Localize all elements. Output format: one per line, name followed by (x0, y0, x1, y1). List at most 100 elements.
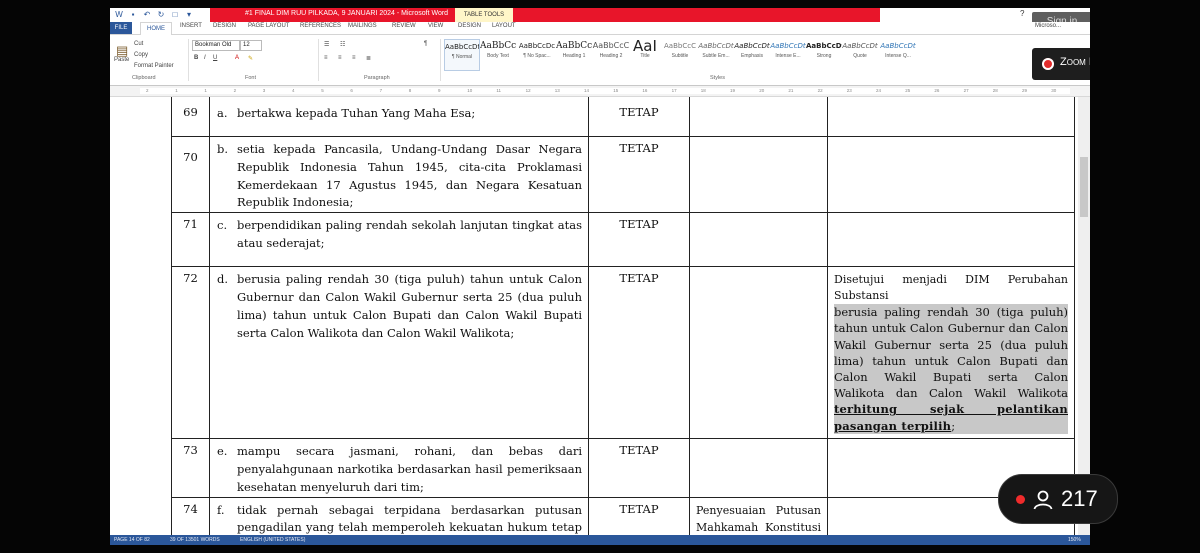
row-text-cell[interactable]: a. bertakwa kepada Tuhan Yang Maha Esa; (209, 97, 589, 137)
align-center-icon[interactable]: ≡ (338, 55, 342, 61)
style-intense-quote[interactable]: AaBbCcDt Intense Q... (880, 39, 916, 69)
show-marks-icon[interactable]: ¶ (424, 41, 427, 47)
style-preview: AaI (633, 39, 657, 53)
style-strong[interactable]: AaBbCcDt Strong (806, 39, 842, 69)
status-cell[interactable]: TETAP (588, 266, 690, 440)
ruler-number: 22 (817, 88, 823, 93)
bold-icon[interactable]: B (194, 55, 198, 61)
style-heading-2[interactable]: AaBbCcC Heading 2 (592, 39, 630, 69)
table-tools-label: TABLE TOOLS (455, 8, 513, 22)
change-cell[interactable]: Disetujui menjadi DIM Perubahan Substans… (827, 266, 1075, 440)
style-subtle-emphasis[interactable]: AaBbCcDt Subtle Em... (698, 39, 734, 69)
document-page[interactable]: 69 a. bertakwa kepada Tuhan Yang Maha Esa… (110, 97, 1078, 535)
copy-button[interactable]: Copy (134, 52, 148, 58)
font-name-input[interactable]: Bookman Old (192, 40, 240, 51)
vertical-scrollbar[interactable] (1078, 97, 1090, 535)
style-no-spacing[interactable]: AaBbCcDc ¶ No Spac... (518, 39, 556, 69)
ruler-number: 2 (146, 88, 149, 93)
divider (318, 39, 319, 81)
ruler-number: 11 (496, 88, 502, 93)
style-quote[interactable]: AaBbCcDt Quote (842, 39, 878, 69)
status-cell[interactable]: TETAP (588, 135, 690, 214)
font-color-icon[interactable]: A (235, 55, 239, 61)
account-name[interactable]: Microso... (1035, 23, 1061, 29)
note-cell[interactable] (689, 212, 828, 268)
status-cell[interactable]: TETAP (588, 438, 690, 498)
tab-file[interactable]: FILE (110, 22, 132, 34)
row-status: TETAP (619, 443, 659, 458)
format-painter-button[interactable]: Format Painter (134, 63, 174, 69)
style-body-text[interactable]: AaBbCc Body Text (480, 39, 516, 69)
tab-review[interactable]: REVIEW (392, 23, 416, 29)
save-icon[interactable]: ▪ (128, 10, 138, 20)
highlight-icon[interactable]: ✎ (248, 55, 253, 62)
style-normal[interactable]: AaBbCcDt ¶ Normal (444, 39, 480, 71)
cut-button[interactable]: Cut (134, 41, 143, 47)
style-heading-1[interactable]: AaBbCc Heading 1 (556, 39, 592, 69)
tab-page-layout[interactable]: PAGE LAYOUT (248, 23, 289, 29)
scroll-thumb[interactable] (1080, 157, 1088, 217)
change-cell[interactable] (827, 135, 1075, 214)
style-preview: AaBbCcDc (518, 42, 556, 50)
ruler-number: 28 (992, 88, 998, 93)
row-text-cell[interactable]: f. tidak pernah sebagai terpidana berdasa… (209, 496, 589, 535)
customize-qat-icon[interactable]: ▾ (184, 10, 194, 20)
participants-pill[interactable]: 217 (998, 474, 1118, 524)
change-cell[interactable] (827, 212, 1075, 268)
row-text-cell[interactable]: d. berusia paling rendah 30 (tiga puluh) … (209, 266, 589, 440)
note-cell[interactable] (689, 97, 828, 137)
note-cell[interactable] (689, 266, 828, 440)
highlighted-change[interactable]: berusia paling rendah 30 (tiga puluh) ta… (834, 304, 1068, 434)
undo-icon[interactable]: ↶ (142, 10, 152, 20)
note-cell[interactable]: Penyesuaian Putusan Mahkamah Konstitusi … (689, 496, 828, 535)
row-number: 69 (171, 97, 210, 137)
row-letter: b. (217, 142, 229, 156)
zoom-level[interactable]: 150% (1068, 537, 1081, 543)
tab-view[interactable]: VIEW (428, 23, 443, 29)
paragraph-group-label: Paragraph (364, 75, 390, 81)
tab-table-design[interactable]: DESIGN (458, 23, 481, 29)
change-cell[interactable] (827, 97, 1075, 137)
row-text-cell[interactable]: e. mampu secara jasmani, rohani, dan beba… (209, 438, 589, 498)
style-emphasis[interactable]: AaBbCcDt Emphasis (734, 39, 770, 69)
status-cell[interactable]: TETAP (588, 97, 690, 137)
underline-icon[interactable]: U (213, 55, 217, 61)
justify-icon[interactable]: ≣ (366, 55, 371, 62)
row-text-cell[interactable]: c. berpendidikan paling rendah sekolah la… (209, 212, 589, 268)
style-intense-emphasis[interactable]: AaBbCcDt Intense E... (770, 39, 806, 69)
word-count[interactable]: 39 OF 13501 WORDS (170, 537, 220, 543)
language[interactable]: ENGLISH (UNITED STATES) (240, 537, 305, 543)
help-icon[interactable]: ? (1020, 9, 1024, 18)
tab-mailings[interactable]: MAILINGS (348, 23, 377, 29)
page-count[interactable]: PAGE 14 OF 82 (114, 537, 150, 543)
status-cell[interactable]: TETAP (588, 496, 690, 535)
tab-home[interactable]: HOME (140, 22, 172, 35)
styles-group-label: Styles (710, 75, 725, 81)
style-preview: AaBbCcC (664, 42, 696, 50)
italic-icon[interactable]: I (204, 55, 206, 61)
row-text: tidak pernah sebagai terpidana berdasark… (237, 502, 582, 535)
style-subtitle[interactable]: AaBbCcC Subtitle (662, 39, 698, 69)
ruler-number: 27 (963, 88, 969, 93)
align-right-icon[interactable]: ≡ (352, 55, 356, 61)
tab-table-layout[interactable]: LAYOUT (492, 23, 516, 29)
row-text: mampu secara jasmani, rohani, dan bebas … (237, 444, 582, 494)
tab-insert[interactable]: INSERT (180, 23, 202, 29)
redo-icon[interactable]: ↻ (156, 10, 166, 20)
style-title[interactable]: AaI Title (630, 39, 660, 69)
horizontal-ruler[interactable]: 2 1 1 2 3 4 5 6 7 8 9 10 11 12 13 14 15 16 17 18 19 20 21 22 23 2… (110, 86, 1090, 97)
status-cell[interactable]: TETAP (588, 212, 690, 268)
ruler-number: 20 (759, 88, 765, 93)
ruler-number: 3 (262, 88, 266, 93)
row-text-cell[interactable]: b. setia kepada Pancasila, Undang-Undang … (209, 135, 589, 214)
note-cell[interactable] (689, 438, 828, 498)
font-size-input[interactable]: 12 (240, 40, 262, 51)
tab-references[interactable]: REFERENCES (300, 23, 341, 29)
row-letter: e. (217, 444, 228, 459)
tab-design[interactable]: DESIGN (213, 23, 236, 29)
numbering-icon[interactable]: ☷ (340, 41, 345, 48)
note-cell[interactable] (689, 135, 828, 214)
align-left-icon[interactable]: ≡ (324, 55, 328, 61)
bullets-icon[interactable]: ☰ (324, 41, 329, 48)
new-doc-icon[interactable]: □ (170, 10, 180, 20)
